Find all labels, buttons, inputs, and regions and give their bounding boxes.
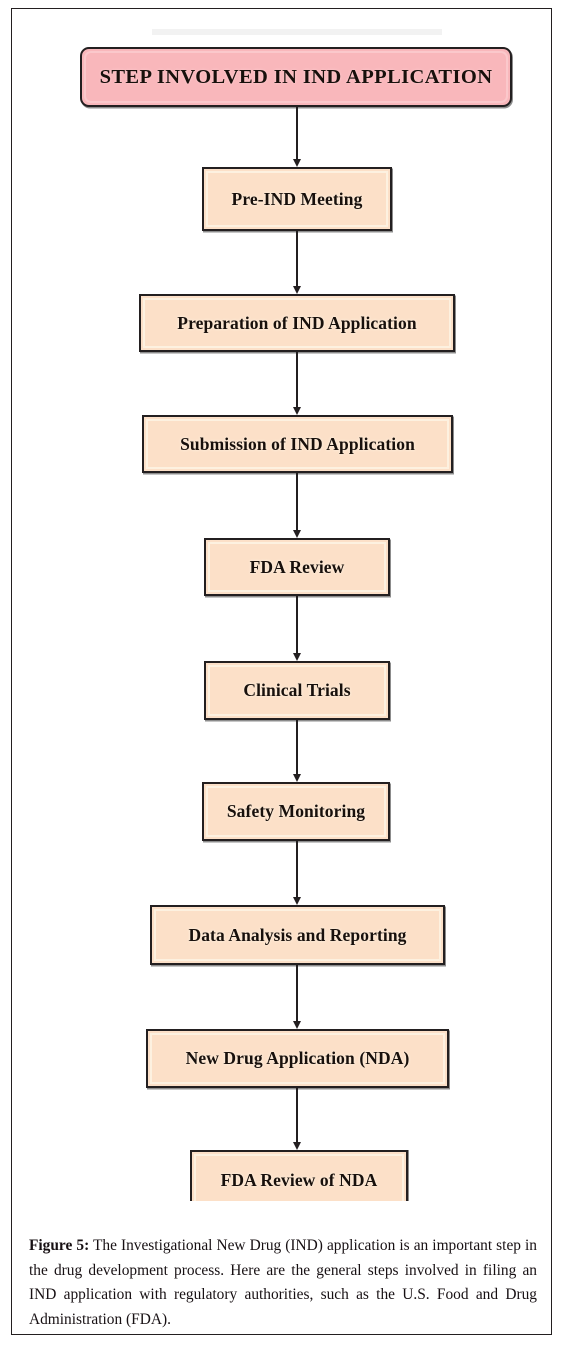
flow-connector-1 — [296, 107, 298, 160]
flowchart-diagram: STEP INVOLVED IN IND APPLICATION Pre-IND… — [12, 9, 551, 1201]
flow-node-step-1: Pre-IND Meeting — [202, 167, 392, 231]
flow-node-step-5-label: Clinical Trials — [243, 680, 351, 700]
flow-connector-9 — [296, 1088, 298, 1143]
flow-node-step-4: FDA Review — [204, 538, 390, 596]
flow-node-step-7: Data Analysis and Reporting — [150, 905, 445, 965]
flow-connector-6 — [296, 720, 298, 775]
flow-node-step-2-label: Preparation of IND Application — [177, 312, 417, 333]
flow-node-step-6: Safety Monitoring — [202, 782, 390, 841]
flow-node-title: STEP INVOLVED IN IND APPLICATION — [80, 47, 512, 107]
flow-connector-5 — [296, 596, 298, 654]
flow-node-step-7-label: Data Analysis and Reporting — [188, 924, 407, 945]
flow-arrowhead-3 — [292, 407, 301, 415]
figure-caption-text: The Investigational New Drug (IND) appli… — [29, 1237, 538, 1328]
flow-connector-4 — [296, 473, 298, 531]
flow-arrowhead-8 — [292, 1021, 301, 1029]
flow-node-step-4-label: FDA Review — [249, 556, 345, 577]
flow-arrowhead-1 — [292, 159, 301, 167]
flow-node-step-9: FDA Review of NDA — [190, 1150, 408, 1201]
flow-connector-2 — [296, 231, 298, 287]
flow-node-step-6-label: Safety Monitoring — [226, 801, 366, 821]
flow-arrowhead-7 — [292, 897, 301, 905]
flow-arrowhead-2 — [292, 286, 301, 294]
flow-node-step-8: New Drug Application (NDA) — [146, 1029, 449, 1088]
figure-caption: Figure 5: The Investigational New Drug (… — [29, 1234, 537, 1332]
flow-node-step-1-label: Pre-IND Meeting — [231, 188, 363, 209]
figure-frame: STEP INVOLVED IN IND APPLICATION Pre-IND… — [11, 8, 552, 1335]
flow-node-title-label: STEP INVOLVED IN IND APPLICATION — [99, 65, 493, 88]
flow-node-step-2: Preparation of IND Application — [139, 294, 455, 352]
flow-node-step-3: Submission of IND Application — [142, 415, 453, 473]
flow-node-step-9-label: FDA Review of NDA — [220, 1170, 378, 1190]
title-backdrop-strip — [152, 29, 442, 35]
flow-connector-7 — [296, 841, 298, 898]
flow-arrowhead-5 — [292, 653, 301, 661]
flow-arrowhead-9 — [292, 1142, 301, 1150]
flow-arrowhead-4 — [292, 530, 301, 538]
flow-arrowhead-6 — [292, 774, 301, 782]
flow-node-step-5: Clinical Trials — [204, 661, 390, 720]
figure-caption-label: Figure 5: — [29, 1237, 90, 1254]
flow-node-step-8-label: New Drug Application (NDA) — [185, 1048, 410, 1068]
flow-node-step-3-label: Submission of IND Application — [180, 433, 415, 454]
flow-connector-8 — [296, 965, 298, 1022]
flow-connector-3 — [296, 352, 298, 408]
